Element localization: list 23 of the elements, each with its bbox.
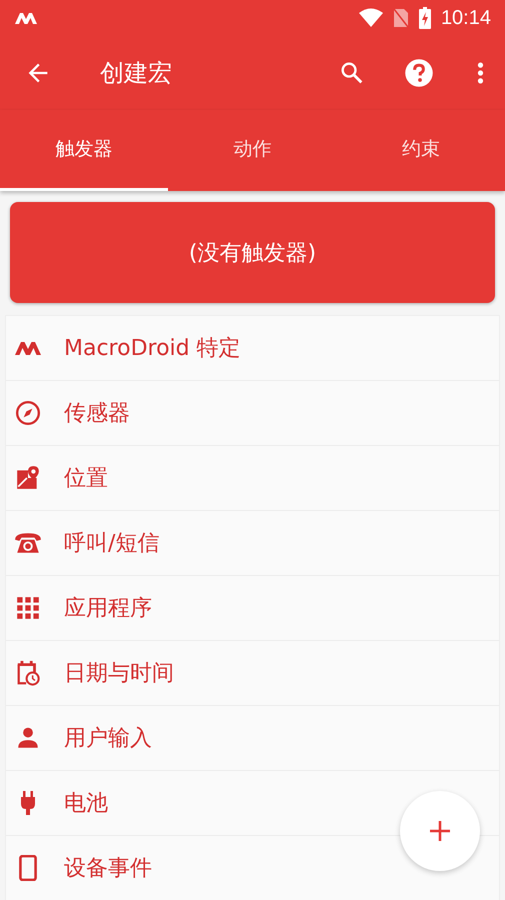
- wifi-icon: [358, 8, 383, 28]
- tab[interactable]: 触发器: [0, 110, 168, 191]
- tab[interactable]: 约束: [336, 110, 505, 191]
- map-pin-icon: [14, 465, 42, 491]
- clock-time: 10:14: [440, 6, 491, 30]
- screen-title: 创建宏: [100, 58, 173, 89]
- category-label[interactable]: 设备事件: [64, 853, 152, 883]
- category-label[interactable]: 应用程序: [64, 593, 152, 623]
- category-label[interactable]: 传感器: [64, 398, 130, 428]
- compass-icon: [14, 400, 42, 426]
- help-icon[interactable]: [404, 58, 434, 88]
- tab[interactable]: 动作: [168, 110, 337, 191]
- grid-icon: [14, 595, 42, 621]
- battery-charging-icon: [418, 7, 431, 29]
- no-sim-icon: [392, 8, 409, 28]
- category-label[interactable]: MacroDroid 特定: [64, 333, 241, 363]
- m-logo-icon: [14, 11, 38, 25]
- no-triggers-button[interactable]: (没有触发器): [10, 202, 495, 303]
- category-label[interactable]: 呼叫/短信: [64, 528, 160, 558]
- category-label[interactable]: 用户输入: [64, 723, 152, 753]
- category-label[interactable]: 位置: [64, 463, 108, 493]
- category-label[interactable]: 电池: [64, 788, 108, 818]
- category-label[interactable]: 日期与时间: [64, 658, 174, 688]
